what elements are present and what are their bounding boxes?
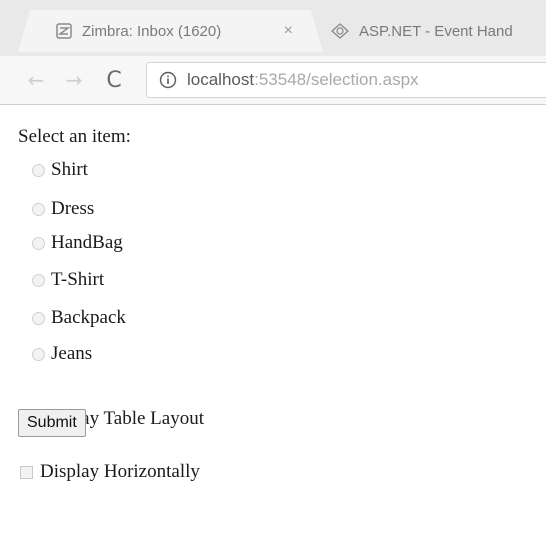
close-icon[interactable]: × <box>284 22 293 40</box>
browser-navbar: ← → C localhost:53548/selection.aspx <box>0 56 546 105</box>
info-icon[interactable] <box>159 71 177 89</box>
address-bar[interactable]: localhost:53548/selection.aspx <box>146 62 546 98</box>
radio-label: Jeans <box>51 343 93 364</box>
checkbox-label: Display Horizontally <box>40 461 200 482</box>
radio-button[interactable] <box>32 236 45 250</box>
page-prompt: Select an item: <box>18 126 131 147</box>
url-host: localhost <box>187 70 255 89</box>
radio-option-handbag[interactable]: HandBag <box>32 229 123 257</box>
radio-label: HandBag <box>51 232 123 253</box>
tab-aspnet[interactable]: ASP.NET - Event Hand <box>305 10 546 52</box>
radio-option-tshirt[interactable]: T-Shirt <box>32 266 104 294</box>
radio-button[interactable] <box>32 311 45 325</box>
checkbox-display-horizontally[interactable]: Display Horizontally <box>20 458 200 486</box>
radio-label: Backpack <box>51 307 126 328</box>
radio-button[interactable] <box>32 202 45 216</box>
radio-label: T-Shirt <box>51 269 105 290</box>
forward-icon[interactable]: → <box>60 66 88 94</box>
reload-icon[interactable]: C <box>100 66 128 94</box>
page-content: Select an item: Shirt Dress HandBag T-Sh… <box>0 104 546 539</box>
radio-option-dress[interactable]: Dress <box>32 195 94 223</box>
back-icon[interactable]: ← <box>22 66 50 94</box>
radio-option-jeans[interactable]: Jeans <box>32 340 92 368</box>
radio-option-shirt[interactable]: Shirt <box>32 156 88 184</box>
url-path: :53548/selection.aspx <box>254 70 419 89</box>
radio-option-backpack[interactable]: Backpack <box>32 304 126 332</box>
radio-label: Shirt <box>51 159 88 180</box>
checkbox-unchecked[interactable] <box>20 465 33 479</box>
tab-zimbra-inbox[interactable]: Zimbra: Inbox (1620) × <box>18 10 323 52</box>
radio-button[interactable] <box>32 163 45 177</box>
aspnet-icon <box>331 23 349 39</box>
radio-label: Dress <box>51 198 95 219</box>
submit-button[interactable]: Submit <box>18 409 86 437</box>
tab-title: Zimbra: Inbox (1620) <box>82 22 222 40</box>
radio-button[interactable] <box>32 347 45 361</box>
browser-tab-strip: Zimbra: Inbox (1620) × ASP.NET - Event H… <box>0 0 546 57</box>
radio-button[interactable] <box>32 273 45 287</box>
zimbra-icon <box>56 23 72 39</box>
tab-title: ASP.NET - Event Hand <box>359 22 513 40</box>
